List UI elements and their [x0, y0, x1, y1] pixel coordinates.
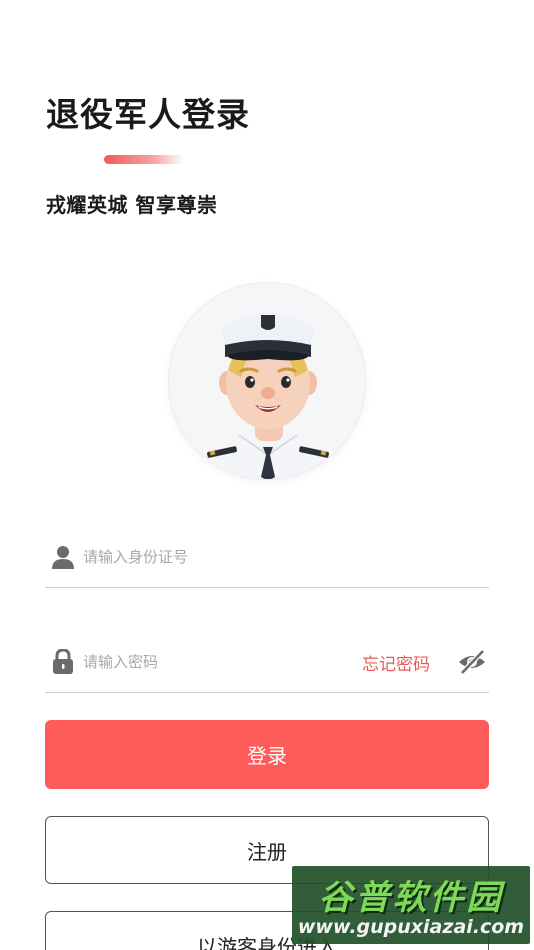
avatar [168, 282, 366, 480]
user-icon [52, 546, 74, 569]
page-subtitle: 戎耀英城 智享尊崇 [46, 193, 218, 217]
forgot-password-link[interactable]: 忘记密码 [362, 650, 430, 675]
watermark-url: www.gupuxiazai.com [297, 916, 525, 938]
watermark: 谷普软件园 www.gupuxiazai.com [292, 866, 530, 944]
watermark-title: 谷普软件园 [318, 878, 504, 918]
password-input[interactable] [83, 647, 343, 677]
sailor-avatar-icon [207, 305, 329, 479]
title-underline [104, 155, 184, 164]
eye-off-icon[interactable] [457, 649, 487, 675]
id-number-field [45, 528, 489, 588]
lock-icon [53, 649, 73, 674]
id-number-input[interactable] [83, 542, 343, 572]
password-field: 忘记密码 [45, 633, 489, 693]
login-button[interactable]: 登录 [45, 720, 489, 789]
page-title: 退役军人登录 [46, 95, 250, 134]
